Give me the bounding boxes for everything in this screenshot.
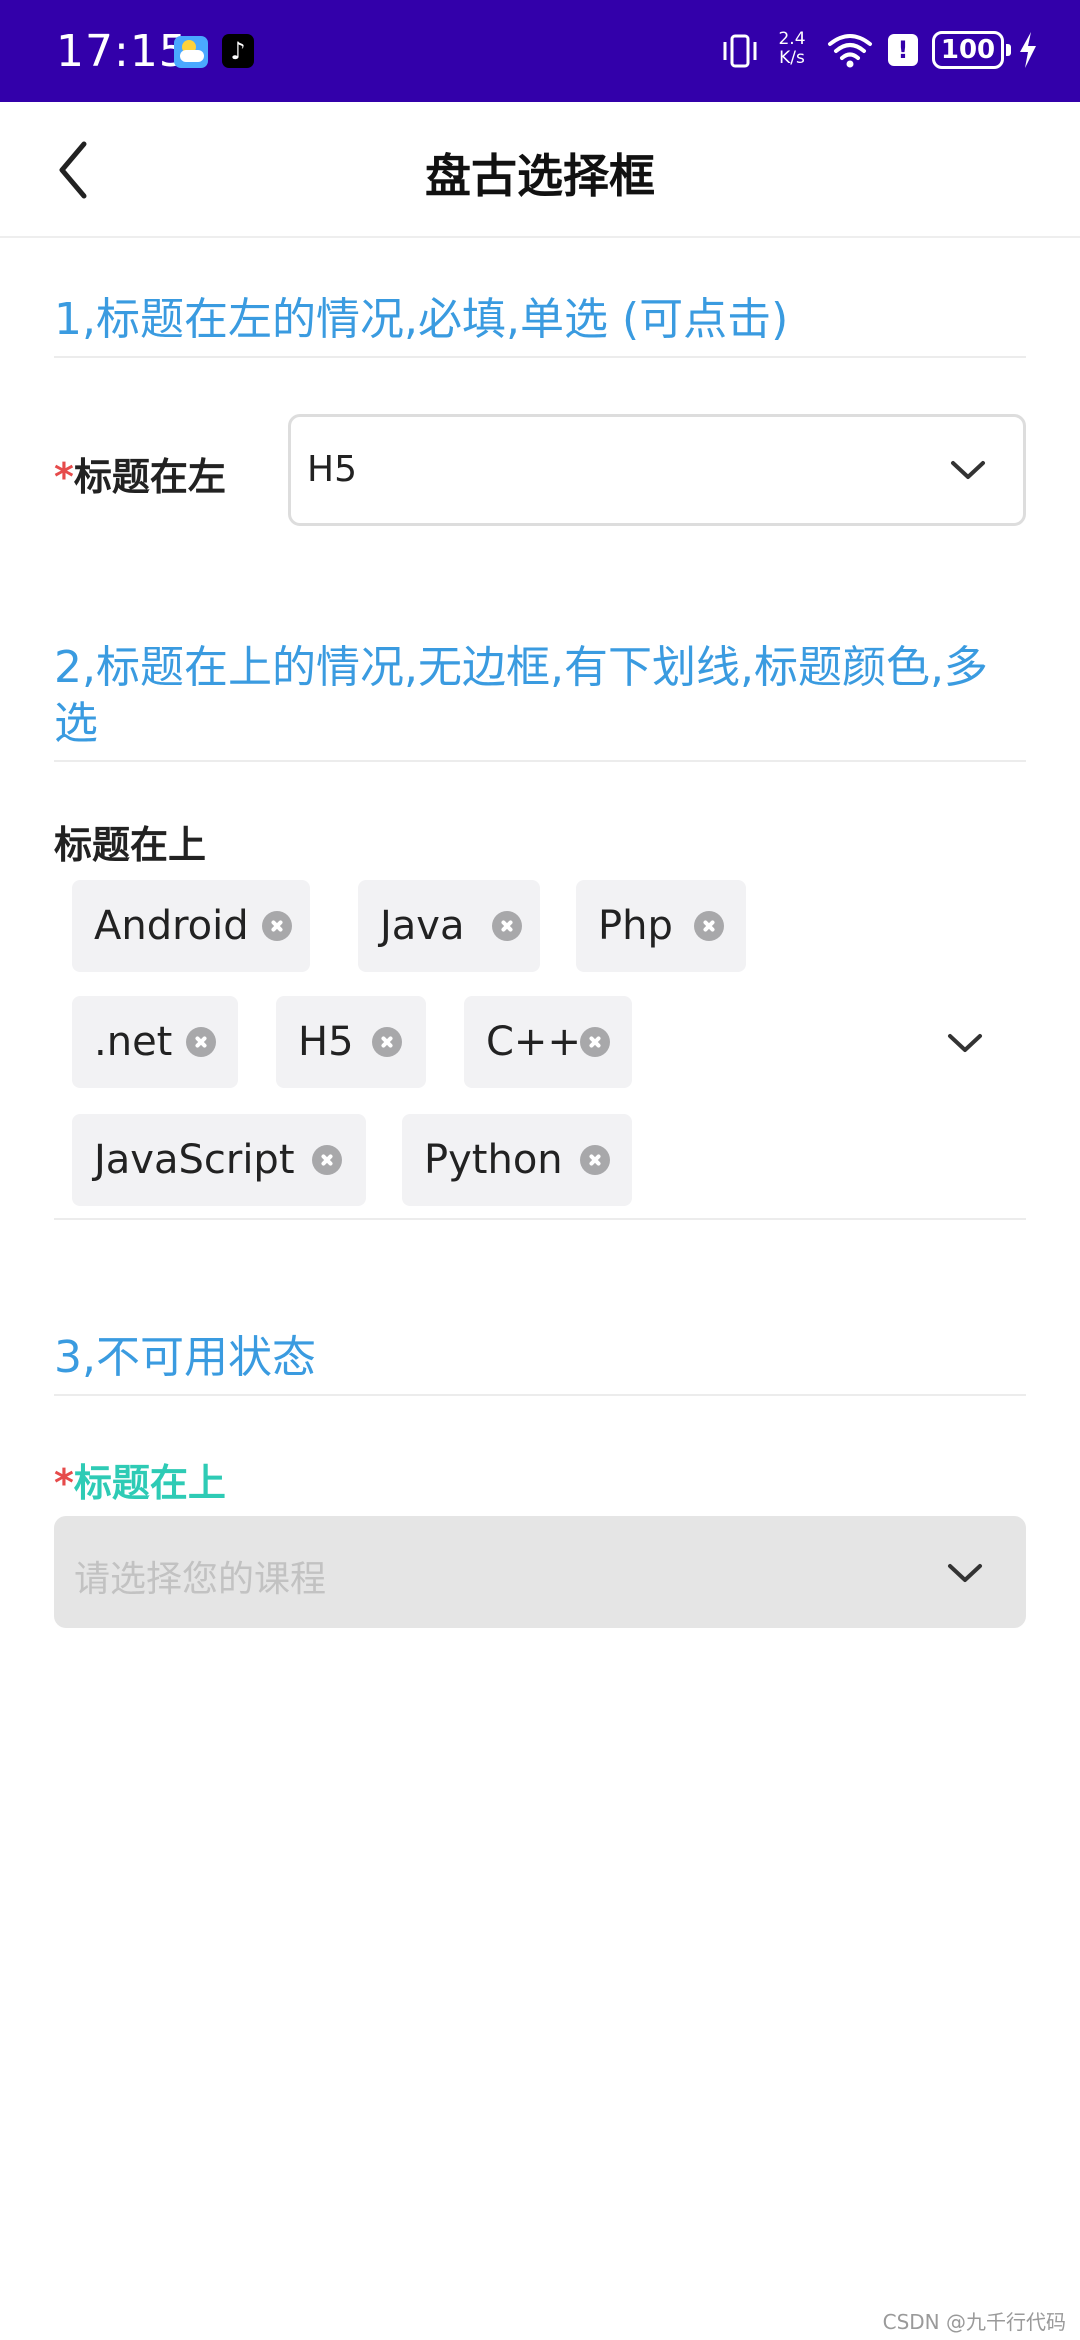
- section-title-3: 3,不可用状态: [54, 1330, 1026, 1396]
- close-icon[interactable]: [186, 1027, 216, 1057]
- tag-cpp[interactable]: C++: [464, 996, 632, 1088]
- watermark: CSDN @九千行代码: [882, 2310, 1066, 2334]
- close-icon[interactable]: [312, 1145, 342, 1175]
- field-label-disabled: *标题在上: [54, 1461, 226, 1505]
- tag-python[interactable]: Python: [402, 1114, 632, 1206]
- alert-icon: !: [888, 34, 918, 66]
- tag-net[interactable]: .net: [72, 996, 238, 1088]
- weather-icon: [174, 36, 208, 68]
- tag-h5[interactable]: H5: [276, 996, 426, 1088]
- chevron-down-icon[interactable]: [944, 1022, 986, 1064]
- select-placeholder: 请选择您的课程: [74, 1559, 327, 1600]
- field-label-top: 标题在上: [54, 823, 207, 867]
- status-icons: 2.4 K/s ! 100: [660, 0, 1080, 102]
- tiktok-icon: ♪: [222, 34, 254, 68]
- single-select[interactable]: H5: [288, 414, 1026, 526]
- chevron-down-icon: [948, 1564, 982, 1582]
- close-icon[interactable]: [580, 1027, 610, 1057]
- tag-android[interactable]: Android: [72, 880, 310, 972]
- close-icon[interactable]: [492, 911, 522, 941]
- close-icon[interactable]: [262, 911, 292, 941]
- status-bar: 17:15 ♪ 2.4 K/s ! 100: [0, 0, 1080, 102]
- charging-icon: [1020, 32, 1036, 68]
- wifi-icon: [828, 34, 872, 68]
- tag-javascript[interactable]: JavaScript: [72, 1114, 366, 1206]
- section-title-2: 2,标题在上的情况,无边框,有下划线,标题颜色,多选: [54, 640, 1026, 762]
- status-time: 17:15: [56, 26, 188, 77]
- close-icon[interactable]: [372, 1027, 402, 1057]
- field-label-left: *标题在左: [54, 455, 226, 499]
- close-icon[interactable]: [694, 911, 724, 941]
- required-mark: *: [54, 455, 74, 499]
- tag-java[interactable]: Java: [358, 880, 540, 972]
- chevron-down-icon[interactable]: [947, 449, 989, 491]
- section-title-1: 1,标题在左的情况,必填,单选 (可点击): [54, 292, 1026, 358]
- multi-select[interactable]: Android Java Php .net H5 C++ JavaScript …: [54, 870, 1026, 1220]
- net-speed: 2.4 K/s: [778, 29, 806, 68]
- nav-bar: 盘古选择框: [0, 102, 1080, 238]
- vibrate-icon: [723, 34, 757, 68]
- disabled-select: 请选择您的课程: [54, 1516, 1026, 1628]
- page-title: 盘古选择框: [425, 149, 655, 203]
- required-mark: *: [54, 1461, 74, 1505]
- tag-php[interactable]: Php: [576, 880, 746, 972]
- battery-icon: 100: [932, 31, 1011, 69]
- close-icon[interactable]: [580, 1145, 610, 1175]
- select-value: H5: [307, 449, 357, 490]
